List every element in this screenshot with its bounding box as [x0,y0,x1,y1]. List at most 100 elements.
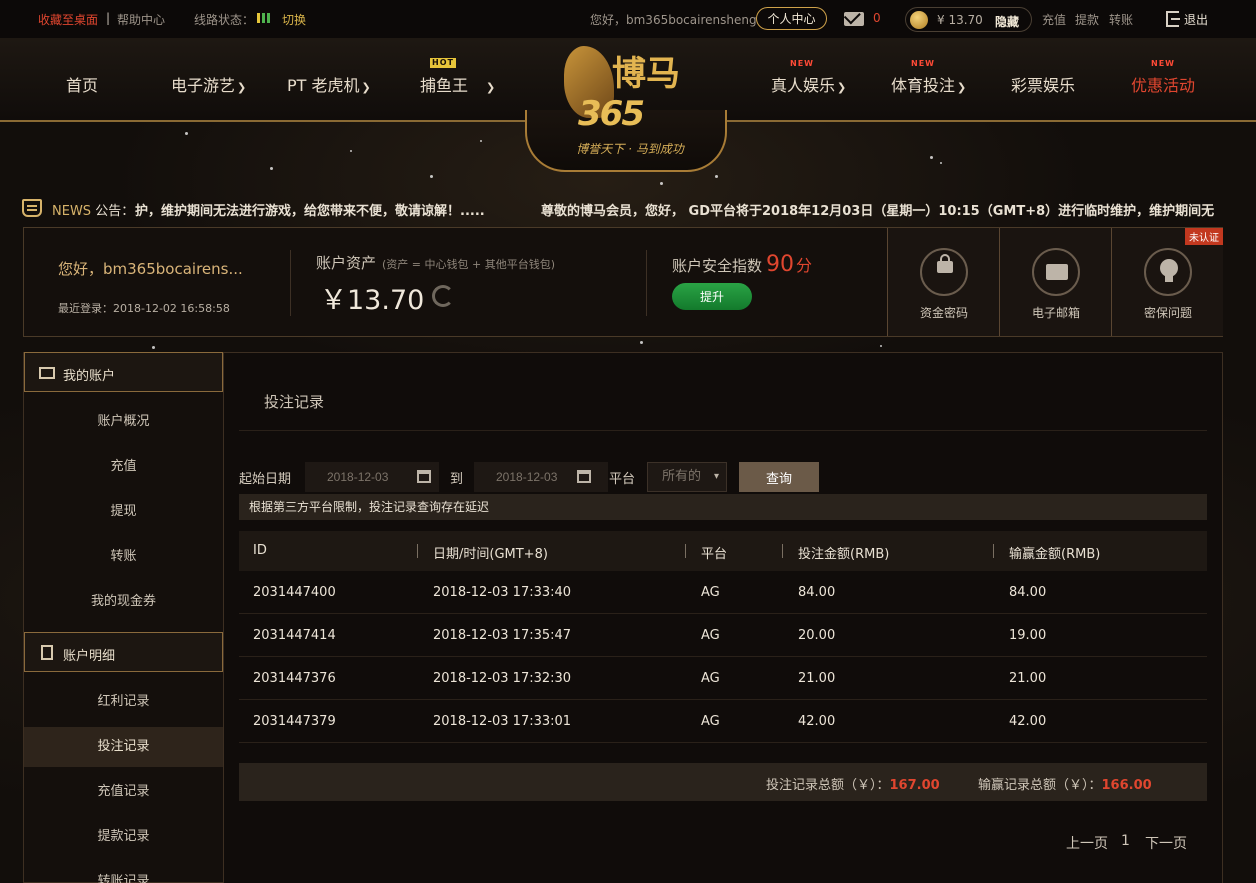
envelope-icon [1032,248,1080,296]
column-header: 平台 [701,547,728,562]
sidebar-item-withdraw-records[interactable]: 提款记录 [24,817,223,857]
cell-id: 2031447376 [253,671,336,686]
cell-id: 2031447414 [253,628,336,643]
fund-password-box[interactable]: 资金密码 [887,228,999,336]
next-page-button[interactable]: 下一页 [1145,833,1187,853]
safety-title-text: 账户安全指数 [672,257,763,275]
bet-total-label: 投注记录总额（￥）： [766,778,890,793]
to-label: 到 [450,472,464,487]
coin-icon [910,11,928,29]
sidebar-item-coupons[interactable]: 我的现金券 [24,582,223,622]
table-row: 2031447379 2018-12-03 17:33:01 AG 42.00 … [239,700,1207,743]
sidebar-item-overview[interactable]: 账户概况 [24,402,223,442]
refresh-icon[interactable] [432,285,454,307]
logout-icon[interactable] [1166,11,1180,27]
cell-datetime: 2018-12-03 17:33:40 [433,585,572,600]
cell-win-amount: 42.00 [1009,714,1047,729]
cell-datetime: 2018-12-03 17:32:30 [433,671,572,686]
personal-center-button[interactable]: 个人中心 [756,7,827,30]
calculator-icon [41,645,53,660]
account-summary: 您好，bm365bocairens... 最近登录：2018-12-02 16:… [23,227,1223,337]
divider [290,250,291,316]
nav-home[interactable]: 首页 [66,72,98,96]
platform-select[interactable]: 所有的 [647,462,727,492]
delay-notice: 根据第三方平台限制，投注记录查询存在延迟 [239,494,1207,520]
nav-pt-label: PT 老虎机 [287,76,360,95]
mail-count: 0 [873,11,881,25]
switch-line-link[interactable]: 切换 [282,11,306,28]
sidebar-section-my-account[interactable]: 我的账户 [24,352,223,392]
transfer-link[interactable]: 转账 [1109,11,1133,28]
calendar-icon[interactable] [417,470,431,483]
win-total-label: 输赢记录总额（￥）： [978,778,1102,793]
recharge-link[interactable]: 充值 [1042,11,1066,28]
logo-slogan: 博誉天下 · 马到成功 [576,142,684,156]
help-link[interactable]: 帮助中心 [117,11,165,28]
withdraw-link[interactable]: 提款 [1075,11,1099,28]
nav-fishing[interactable]: 捕鱼王 ❯ [420,72,495,96]
new-badge: NEW [790,59,814,68]
email-label: 电子邮箱 [1031,306,1080,320]
sidebar-item-transfer-records[interactable]: 转账记录 [24,862,223,883]
bet-total-value: 167.00 [889,778,940,793]
cell-win-amount: 19.00 [1009,628,1047,643]
logout-link[interactable]: 退出 [1184,11,1208,28]
page-number[interactable]: 1 [1121,833,1130,849]
column-header: 日期/时间(GMT+8) [433,547,548,562]
email-box[interactable]: 电子邮箱 [999,228,1111,336]
news-text[interactable]: 护，维护期间无法进行游戏，给您带来不便，敬请谅解！..... [135,200,485,219]
sidebar-item-recharge[interactable]: 充值 [24,447,223,487]
cell-id: 2031447400 [253,585,336,600]
nav-lottery[interactable]: 彩票娱乐 [1011,72,1075,96]
prev-page-button[interactable]: 上一页 [1066,833,1108,853]
nav-promo[interactable]: 优惠活动 [1131,72,1195,96]
calendar-icon[interactable] [577,470,591,483]
upgrade-button[interactable]: 提升 [672,283,752,310]
nav-lottery-label: 彩票娱乐 [1011,76,1076,95]
cell-platform: AG [701,671,720,686]
fund-password-label: 资金密码 [919,306,968,320]
sidebar-item-bet-records[interactable]: 投注记录 [24,727,223,767]
cell-platform: AG [701,628,720,643]
chevron-down-icon: ❯ [837,81,847,94]
cell-bet-amount: 42.00 [798,714,836,729]
security-question-box[interactable]: 密保问题 未认证 [1111,228,1223,336]
new-badge: NEW [1151,59,1175,68]
table-totals: 投注记录总额（￥）：167.00 输赢记录总额（￥）：166.00 [239,763,1207,801]
nav-live[interactable]: 真人娱乐 ❯ [771,72,846,96]
mail-icon[interactable] [844,12,864,26]
cell-datetime: 2018-12-03 17:33:01 [433,714,572,729]
column-header: 投注金额(RMB) [798,547,890,562]
cell-bet-amount: 21.00 [798,671,836,686]
sidebar-item-recharge-records[interactable]: 充值记录 [24,772,223,812]
cell-bet-amount: 20.00 [798,628,836,643]
line-status-label: 线路状态： [194,13,255,27]
safety-score: 90 [766,252,795,277]
nav-egames-label: 电子游艺 [171,76,236,95]
start-date-label: 起始日期 [239,472,292,487]
assets-title-text: 账户资产 [316,254,377,272]
sidebar-item-bonus-records[interactable]: 红利记录 [24,682,223,722]
safety-title: 账户安全指数 90 分 [672,252,812,277]
nav-sports-label: 体育投注 [891,76,956,95]
nav-sports[interactable]: 体育投注 ❯ [891,72,966,96]
query-button[interactable]: 查询 [739,462,819,492]
news-text[interactable]: 尊敬的博马会员，您好， GD平台将于2018年12月03日（星期一）10:15（… [541,200,1214,219]
sidebar-item-transfer[interactable]: 转账 [24,537,223,577]
nav-egames[interactable]: 电子游艺 ❯ [171,72,246,96]
safety-unit: 分 [796,256,813,275]
sidebar: 我的账户 账户概况 充值 提现 转账 我的现金券 账户明细 红利记录 投注记录 … [23,352,224,883]
card-icon [39,367,55,379]
divider [646,250,647,316]
assets-note: (资产 = 中心钱包 + 其他平台钱包) [382,258,556,271]
assets-value: ￥13.70 [320,285,425,316]
announcement-icon [22,199,42,217]
bookmark-link[interactable]: 收藏至桌面 [38,11,98,28]
table-row: 2031447400 2018-12-03 17:33:40 AG 84.00 … [239,571,1207,614]
signal-icon [257,13,270,23]
hide-balance-button[interactable]: 隐藏 [995,13,1019,30]
nav-pt[interactable]: PT 老虎机 ❯ [287,72,371,96]
sidebar-item-withdraw[interactable]: 提现 [24,492,223,532]
site-logo[interactable]: 博马 365 博誉天下 · 马到成功 [560,42,700,156]
sidebar-section-account-detail[interactable]: 账户明细 [24,632,223,672]
